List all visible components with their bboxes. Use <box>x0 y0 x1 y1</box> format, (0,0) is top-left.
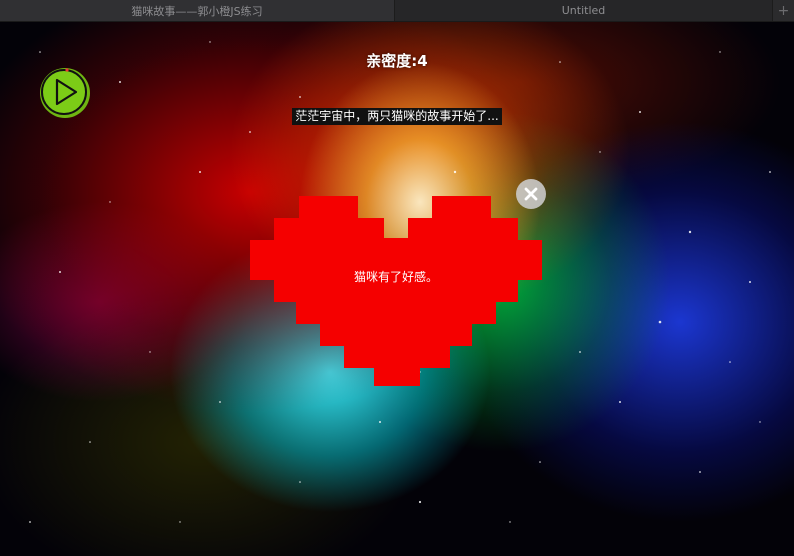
close-icon <box>524 187 538 201</box>
galaxy-background: 亲密度:4 茫茫宇宙中，两只猫咪的故事开始了... 猫咪有了好感。 <box>0 22 794 556</box>
tab-bar: 猫咪故事——郭小橙JS练习 Untitled + <box>0 0 794 22</box>
heart-message: 猫咪有了好感。 <box>353 270 438 284</box>
plus-icon: + <box>777 2 790 19</box>
tab-untitled[interactable]: Untitled <box>395 0 773 21</box>
intimacy-label: 亲密度: <box>366 52 418 70</box>
tab-cat-story[interactable]: 猫咪故事——郭小橙JS练习 <box>0 0 395 21</box>
new-tab-button[interactable]: + <box>773 0 794 21</box>
tab-label: Untitled <box>561 4 606 17</box>
tab-label: 猫咪故事——郭小橙JS练习 <box>131 4 263 18</box>
pixel-heart <box>250 196 542 386</box>
story-caption: 茫茫宇宙中，两只猫咪的故事开始了... <box>292 108 502 125</box>
intimacy-value: 4 <box>417 52 428 70</box>
intimacy-display: 亲密度:4 <box>0 50 794 71</box>
close-button[interactable] <box>516 179 546 209</box>
story-caption-wrap: 茫茫宇宙中，两只猫咪的故事开始了... <box>0 105 794 125</box>
